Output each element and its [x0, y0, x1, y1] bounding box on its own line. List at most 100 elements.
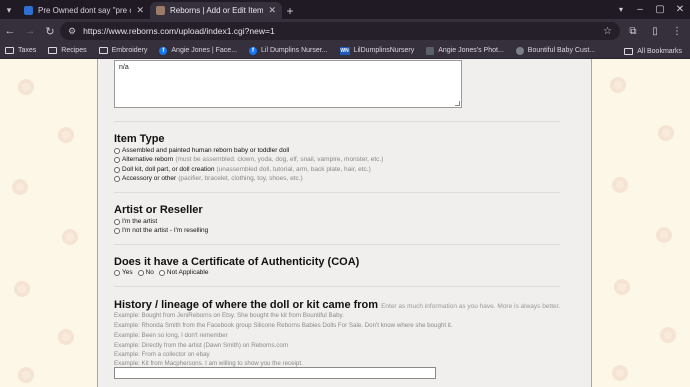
globe-icon [515, 46, 524, 55]
side-panel-icon[interactable]: ▯ [646, 22, 664, 40]
item-type-option-assembled[interactable]: Assembled and painted human reborn baby … [114, 147, 289, 154]
history-example: Example: Directly from the artist (Dawn … [114, 342, 288, 349]
bookmark-label: LilDumplinsNursery [353, 47, 415, 54]
resize-handle-icon[interactable] [455, 101, 460, 106]
option-label: I'm the artist [122, 218, 158, 225]
option-label: Assembled and painted human reborn baby … [122, 147, 290, 154]
option-label: No [145, 269, 154, 276]
option-note: (pacifier, bracelet, clothing, toy, shoe… [178, 175, 303, 182]
extensions-icon[interactable]: ⧉ [624, 22, 642, 40]
background-pattern [660, 327, 676, 343]
history-input[interactable] [114, 367, 436, 379]
item-type-option-accessory[interactable]: Accessory or other (pacifier, bracelet, … [114, 175, 303, 182]
background-pattern [62, 229, 78, 245]
address-bar[interactable]: ⚙ https://www.reborns.com/upload/index1.… [60, 22, 620, 40]
folder-icon [624, 47, 634, 55]
tab-title: Reborns | Add or Edit Item [170, 6, 264, 15]
option-label: Not Applicable [166, 269, 209, 276]
option-label: I'm not the artist - I'm reselling [122, 227, 209, 234]
bookmark-bountiful-baby[interactable]: Bountiful Baby Cust... [515, 46, 595, 55]
background-pattern [656, 227, 672, 243]
all-bookmarks-button[interactable]: All Bookmarks [624, 43, 682, 59]
option-label: Alternative reborn [122, 156, 174, 163]
maximize-icon[interactable]: ▢ [650, 4, 670, 15]
artist-option-reseller[interactable]: I'm not the artist - I'm reselling [114, 227, 208, 234]
item-type-option-alternative[interactable]: Alternative reborn (must be assembled. c… [114, 156, 383, 163]
description-textarea[interactable]: n/a [114, 60, 462, 108]
back-icon[interactable]: ← [0, 21, 20, 41]
folder-icon [5, 47, 14, 54]
background-pattern [612, 177, 628, 193]
background-pattern [658, 125, 674, 141]
tab-strip: ▾ Pre Owned dont say "pre owned" ✕ Rebor… [0, 0, 690, 19]
radio-button[interactable] [114, 166, 120, 173]
bookmark-label: Recipes [61, 47, 87, 54]
bookmark-taxes[interactable]: Taxes [5, 47, 36, 54]
background-pattern [14, 281, 30, 297]
reload-icon[interactable]: ↻ [40, 21, 60, 41]
coa-option-not-applicable[interactable]: Not Applicable [158, 269, 209, 276]
background-pattern [18, 79, 34, 95]
close-window-icon[interactable]: ✕ [670, 4, 690, 15]
url-text[interactable]: https://www.reborns.com/upload/index1.cg… [83, 26, 603, 36]
bookmark-label: All Bookmarks [637, 47, 682, 55]
item-type-option-kit[interactable]: Doll kit, doll part, or doll creation (u… [114, 166, 371, 173]
wn-icon: WN [339, 46, 350, 55]
tab-reborns[interactable]: Reborns | Add or Edit Item ✕ [150, 2, 282, 19]
history-example: Example: Bought from JeniReborns on Etsy… [114, 312, 344, 319]
coa-option-yes[interactable]: Yes [114, 269, 133, 276]
form-panel: n/a Item Type Assembled and painted huma… [97, 59, 592, 387]
item-type-title: Item Type [114, 133, 165, 145]
folder-icon [48, 47, 58, 54]
divider [114, 121, 560, 122]
facebook-icon: f [249, 46, 258, 55]
radio-button[interactable] [158, 269, 165, 276]
radio-button[interactable] [137, 269, 144, 276]
window-controls: – ▢ ✕ [630, 0, 690, 19]
bookmark-embroidery[interactable]: Embroidery [98, 47, 148, 54]
background-pattern [614, 279, 630, 295]
background-pattern [58, 127, 74, 143]
bookmark-lil-dumplins-facebook[interactable]: f Lil Dumplins Nurser... [249, 46, 328, 55]
history-example: Example: From a collector on ebay [114, 351, 210, 358]
radio-button[interactable] [114, 175, 120, 182]
radio-button[interactable] [114, 218, 120, 225]
bookmark-star-icon[interactable]: ☆ [603, 26, 612, 37]
history-hint: Enter as much information as you have. M… [381, 303, 561, 310]
toolbar-actions: ⧉ ▯ ⋮ [624, 22, 686, 40]
option-label: Accessory or other [122, 175, 177, 182]
site-info-icon[interactable]: ⚙ [68, 26, 76, 37]
menu-icon[interactable]: ⋮ [668, 22, 686, 40]
radio-button[interactable] [114, 269, 120, 276]
tab-search-icon[interactable]: ▾ [0, 2, 18, 19]
coa-option-no[interactable]: No [137, 269, 154, 276]
minimize-icon[interactable]: – [630, 4, 650, 15]
bookmark-angie-photos[interactable]: Angie Jones's Phot... [426, 46, 504, 55]
option-note: (unassembled doll, tutorial, arm, back p… [216, 166, 371, 173]
divider [114, 286, 560, 287]
divider [114, 192, 560, 193]
bookmark-recipes[interactable]: Recipes [48, 47, 87, 54]
radio-button[interactable] [114, 147, 120, 154]
radio-button[interactable] [114, 156, 120, 163]
new-tab-button[interactable]: + [282, 2, 298, 19]
page-viewport[interactable]: n/a Item Type Assembled and painted huma… [0, 59, 690, 387]
option-note: (must be assembled. clown, yoda, dog, el… [175, 156, 384, 163]
photo-icon [426, 46, 435, 55]
history-title-text: History / lineage of where the doll or k… [114, 299, 379, 311]
close-icon[interactable]: ✕ [268, 5, 276, 16]
tab-title: Pre Owned dont say "pre owned" [38, 6, 131, 15]
artist-reseller-title: Artist or Reseller [114, 204, 203, 216]
history-example: Example: Been so long, I don't remember [114, 332, 228, 339]
artist-option-artist[interactable]: I'm the artist [114, 218, 157, 225]
bookmark-lildumplinsnursery[interactable]: WN LilDumplinsNursery [339, 46, 415, 55]
textarea-value: n/a [119, 64, 129, 71]
history-title: History / lineage of where the doll or k… [114, 299, 560, 311]
tab-overflow-icon[interactable]: ▾ [614, 2, 628, 16]
close-icon[interactable]: ✕ [136, 5, 144, 16]
forward-icon[interactable]: → [20, 21, 40, 41]
bookmark-angie-facebook[interactable]: f Angie Jones | Face... [159, 46, 237, 55]
bookmark-label: Embroidery [111, 47, 148, 54]
tab-pre-owned[interactable]: Pre Owned dont say "pre owned" ✕ [18, 2, 150, 19]
radio-button[interactable] [114, 227, 120, 234]
